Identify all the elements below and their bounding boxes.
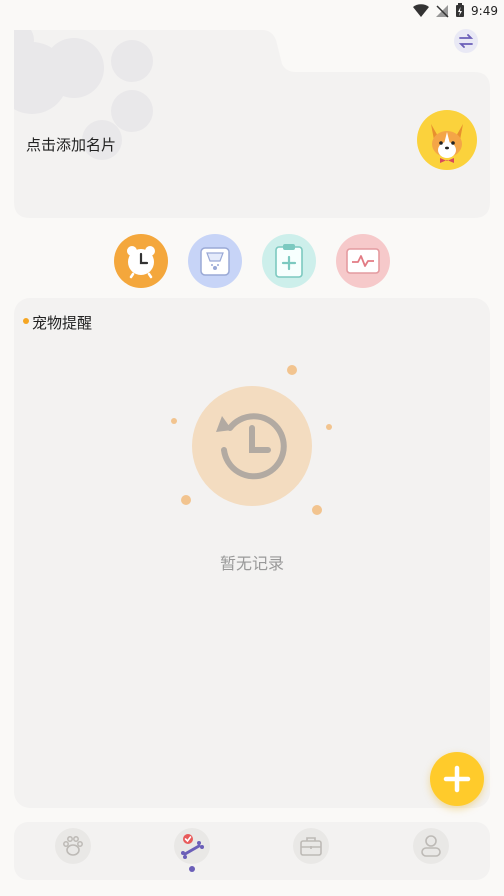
nav-pets[interactable] bbox=[55, 828, 91, 864]
health-monitor-button[interactable] bbox=[336, 234, 390, 288]
scale-icon bbox=[200, 247, 230, 276]
monitor-pulse-icon bbox=[346, 248, 380, 274]
wifi-icon bbox=[413, 3, 430, 17]
battery-icon bbox=[456, 3, 465, 17]
corgi-avatar[interactable] bbox=[417, 110, 477, 170]
briefcase-icon bbox=[300, 837, 322, 856]
alarm-clock-icon bbox=[127, 246, 155, 279]
add-card-label: 点击添加名片 bbox=[26, 136, 117, 154]
nav-care[interactable] bbox=[174, 828, 210, 864]
clipboard-plus-icon bbox=[275, 244, 303, 278]
reminders-panel: 宠物提醒 暂无记录 bbox=[14, 298, 490, 808]
history-empty-icon bbox=[171, 365, 332, 515]
swap-icon[interactable] bbox=[454, 29, 478, 53]
paw-icon bbox=[63, 836, 83, 856]
active-tab-indicator bbox=[189, 866, 195, 872]
reminders-title: 宠物提醒 bbox=[32, 314, 93, 332]
add-reminder-button[interactable] bbox=[430, 752, 484, 806]
scale-button[interactable] bbox=[188, 234, 242, 288]
nav-services[interactable] bbox=[293, 828, 329, 864]
nav-profile[interactable] bbox=[413, 828, 449, 864]
clipboard-button[interactable] bbox=[262, 234, 316, 288]
alarm-button[interactable] bbox=[114, 234, 168, 288]
quick-actions bbox=[0, 234, 504, 288]
corgi-icon bbox=[431, 124, 463, 163]
signal-off-icon bbox=[436, 4, 449, 18]
profile-icon bbox=[421, 835, 441, 857]
empty-state-text: 暂无记录 bbox=[219, 554, 284, 573]
status-bar: 9:49 bbox=[0, 0, 504, 22]
clock: 9:49 bbox=[471, 3, 498, 18]
bone-icon bbox=[181, 834, 204, 859]
plus-icon bbox=[443, 765, 471, 793]
name-card[interactable]: 点击添加名片 bbox=[14, 29, 490, 218]
bottom-nav bbox=[14, 822, 490, 880]
title-bullet bbox=[23, 318, 29, 324]
